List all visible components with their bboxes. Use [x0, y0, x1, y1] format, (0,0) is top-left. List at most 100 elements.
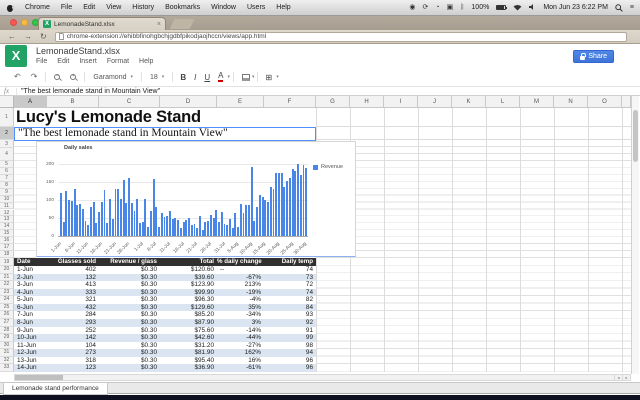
- menubar-item[interactable]: File: [61, 4, 72, 11]
- table-cell[interactable]: 104: [47, 342, 99, 350]
- table-cell[interactable]: 2-Jun: [14, 274, 47, 282]
- bluetooth-icon[interactable]: ᛒ: [460, 4, 464, 12]
- column-header-M[interactable]: M: [520, 96, 554, 108]
- back-button[interactable]: ←: [8, 32, 16, 42]
- table-cell[interactable]: 318: [47, 357, 99, 365]
- selected-cell-a2[interactable]: "The best lemonade stand in Mountain Vie…: [14, 127, 316, 141]
- font-size-dropdown[interactable]: 18 ▾: [150, 74, 164, 81]
- table-row[interactable]: 6-Jun 432 $0.30 $129.60 35% 84: [14, 303, 316, 312]
- table-cell[interactable]: 91: [264, 327, 316, 335]
- row-header-26[interactable]: 26: [0, 311, 14, 319]
- table-cell[interactable]: -61%: [217, 364, 264, 372]
- table-cell[interactable]: $0.30: [99, 357, 160, 365]
- table-header-row[interactable]: Date Glasses sold Revenue / glass Total% da…: [14, 258, 316, 266]
- table-cell[interactable]: 321: [47, 296, 99, 304]
- table-cell[interactable]: $36.90: [160, 364, 217, 372]
- column-header-C[interactable]: C: [99, 96, 160, 108]
- table-cell[interactable]: 96: [264, 364, 316, 372]
- table-cell[interactable]: 5-Jun: [14, 296, 47, 304]
- row-header-18[interactable]: 18: [0, 251, 14, 258]
- table-row[interactable]: 9-Jun 252 $0.30 $75.60 -14% 91: [14, 327, 316, 335]
- row-header-21[interactable]: 21: [0, 273, 14, 282]
- tab-close-icon[interactable]: ×: [157, 21, 161, 28]
- table-row[interactable]: 12-Jun 273 $0.30 $81.90 162% 94: [14, 349, 316, 357]
- table-cell[interactable]: $0.30: [99, 304, 160, 312]
- table-row[interactable]: 8-Jun 293 $0.30 $87.90 3% 92: [14, 319, 316, 327]
- row-header-14[interactable]: 14: [0, 223, 14, 231]
- app-menu-item[interactable]: Format: [107, 58, 129, 65]
- row-header-30[interactable]: 30: [0, 341, 14, 350]
- table-cell[interactable]: 84: [264, 304, 316, 312]
- menubar-item[interactable]: Edit: [83, 4, 95, 11]
- time-machine-icon[interactable]: ◔: [435, 4, 439, 12]
- table-cell[interactable]: -4%: [217, 296, 264, 304]
- table-row[interactable]: 10-Jun 142 $0.30 $42.60 -44% 99: [14, 334, 316, 342]
- app-menu-item[interactable]: File: [36, 58, 47, 65]
- table-row[interactable]: 7-Jun 284 $0.30 $85.20 -34% 93: [14, 311, 316, 319]
- url-bar[interactable]: chrome-extension://ehibbfinohgbchjgdbfpi…: [54, 31, 627, 42]
- row-header-11[interactable]: 11: [0, 202, 14, 210]
- battery-icon[interactable]: [496, 5, 508, 10]
- table-cell[interactable]: 11-Jun: [14, 342, 47, 350]
- table-cell[interactable]: $123.90: [160, 281, 217, 289]
- row-header-6[interactable]: 6: [0, 167, 14, 175]
- table-cell[interactable]: 1-Jun: [14, 266, 47, 274]
- table-cell[interactable]: $42.60: [160, 334, 217, 342]
- table-cell[interactable]: 73: [264, 274, 316, 282]
- table-cell[interactable]: $31.20: [160, 342, 217, 350]
- app-menu-item[interactable]: Edit: [57, 58, 69, 65]
- row-header-19[interactable]: 19: [0, 258, 14, 266]
- row-header-27[interactable]: 27: [0, 319, 14, 327]
- table-row[interactable]: 11-Jun 104 $0.30 $31.20 -27% 98: [14, 342, 316, 350]
- table-cell[interactable]: 9-Jun: [14, 327, 47, 335]
- row-header-15[interactable]: 15: [0, 230, 14, 238]
- row-header-9[interactable]: 9: [0, 188, 14, 196]
- table-cell[interactable]: 413: [47, 281, 99, 289]
- row-header-31[interactable]: 31: [0, 349, 14, 357]
- notification-center-icon[interactable]: ≡: [630, 4, 634, 12]
- table-cell[interactable]: $0.30: [99, 349, 160, 357]
- column-header-N[interactable]: N: [554, 96, 588, 108]
- column-header-J[interactable]: J: [418, 96, 452, 108]
- row-header-22[interactable]: 22: [0, 281, 14, 289]
- column-header-I[interactable]: I: [384, 96, 418, 108]
- row-header-8[interactable]: 8: [0, 181, 14, 189]
- menubar-item[interactable]: History: [132, 4, 154, 11]
- table-cell[interactable]: 93: [264, 311, 316, 319]
- table-cell[interactable]: 252: [47, 327, 99, 335]
- text-color-button[interactable]: A: [218, 72, 224, 82]
- table-cell[interactable]: 273: [47, 349, 99, 357]
- menubar-item[interactable]: Bookmarks: [165, 4, 200, 11]
- select-all-corner[interactable]: [0, 96, 14, 108]
- table-row[interactable]: 3-Jun 413 $0.30 $123.90 213% 72: [14, 281, 316, 289]
- column-header-H[interactable]: H: [350, 96, 384, 108]
- table-row[interactable]: 1-Jun 402 $0.30 $120.60 -- 74: [14, 266, 316, 274]
- spaces-icon[interactable]: ▣: [447, 4, 454, 12]
- table-cell[interactable]: 94: [264, 349, 316, 357]
- sheet-tab[interactable]: Lemonade stand performance: [3, 383, 108, 395]
- row-header-16[interactable]: 16: [0, 237, 14, 245]
- column-header-K[interactable]: K: [452, 96, 486, 108]
- row-header-33[interactable]: 33: [0, 364, 14, 372]
- table-cell[interactable]: $39.60: [160, 274, 217, 282]
- column-header-A[interactable]: A: [14, 96, 47, 108]
- row-header-28[interactable]: 28: [0, 326, 14, 335]
- table-cell[interactable]: 98: [264, 342, 316, 350]
- table-cell[interactable]: 12-Jun: [14, 349, 47, 357]
- table-cell[interactable]: $99.90: [160, 289, 217, 297]
- formula-input[interactable]: "The best lemonade stand in Mountain Vie…: [16, 87, 640, 95]
- table-cell[interactable]: 10-Jun: [14, 334, 47, 342]
- table-cell[interactable]: 96: [264, 357, 316, 365]
- sync-icon[interactable]: ⟳: [422, 4, 428, 12]
- table-cell[interactable]: 74: [264, 266, 316, 274]
- menubar-item[interactable]: View: [106, 4, 121, 11]
- grid-left-strip[interactable]: [14, 140, 36, 258]
- row-header-10[interactable]: 10: [0, 195, 14, 203]
- vertical-scroll-thumb[interactable]: [633, 110, 638, 162]
- table-cell[interactable]: -67%: [217, 274, 264, 282]
- scroll-left-arrow[interactable]: ◂: [614, 375, 622, 380]
- column-header-L[interactable]: L: [486, 96, 520, 108]
- new-tab-button[interactable]: [169, 19, 195, 29]
- bold-button[interactable]: B: [180, 73, 186, 82]
- row-header-12[interactable]: 12: [0, 209, 14, 217]
